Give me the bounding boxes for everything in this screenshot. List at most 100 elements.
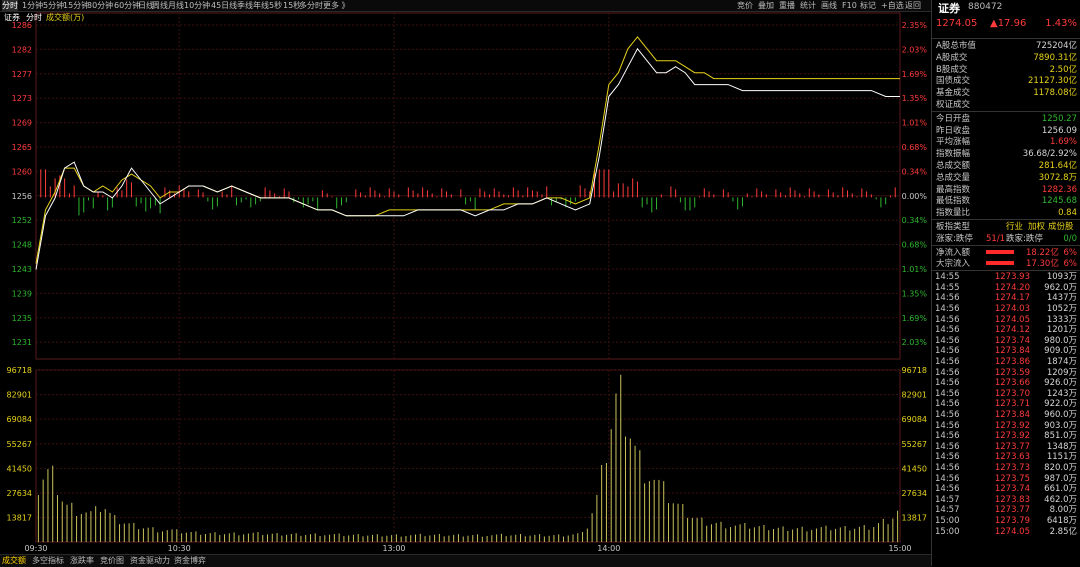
period-tab-9[interactable]: 10分钟 (184, 0, 210, 11)
pct-tick-label: 1.01% (902, 265, 928, 274)
indicator-tab-3[interactable]: 竞价图 (100, 556, 124, 566)
stat-value: 1250.27 (1041, 113, 1077, 124)
stat-value: 21127.30亿 (1027, 76, 1077, 87)
period-tab-8[interactable]: 月线 (168, 0, 184, 11)
indicator-tab-0[interactable]: 成交额 (2, 556, 26, 566)
period-tab-13[interactable]: 5秒 (269, 0, 282, 11)
tick-price: 1273.92 (994, 420, 1030, 431)
indicator-tab-1[interactable]: 多空指标 (32, 556, 64, 566)
volume-tick-label: 13817 (7, 514, 32, 523)
tool-button-7[interactable]: +自选 (881, 0, 904, 11)
period-tab-15[interactable]: 多分时 (299, 0, 323, 11)
tick-volume: 1874万 (1046, 357, 1077, 367)
tool-button-6[interactable]: 标记 (860, 0, 876, 11)
stat-value: 7890.31亿 (1033, 52, 1077, 63)
index-price-line (35, 47, 900, 270)
chart-canvas[interactable]: 1286 2.35% 1282 2.03% 1277 1.69% 1273 1.35% 1269… (0, 11, 931, 554)
sector-industry[interactable]: 行业 (1006, 221, 1023, 233)
panel-separator (932, 219, 1080, 220)
tick-price: 1273.79 (994, 516, 1030, 526)
period-tab-0[interactable]: 分时 (2, 0, 18, 11)
flow-label: 净流入额 (936, 247, 971, 258)
tool-button-3[interactable]: 统计 (800, 0, 816, 11)
tick-price: 1273.66 (994, 378, 1030, 389)
limit-down-value: 0/0 (1063, 233, 1077, 244)
stat-row: 国债成交 21127.30亿 (932, 75, 1080, 87)
pct-tick-label: 1.01% (902, 119, 928, 128)
indicator-tab-2[interactable]: 涨跌率 (70, 556, 94, 566)
price-pane-frame (35, 12, 901, 360)
period-tab-3[interactable]: 15分钟 (63, 0, 89, 11)
tick-volume: 661.0万 (1044, 484, 1077, 495)
price-tick-label: 1286 (12, 21, 32, 30)
stat-label: 总成交额 (936, 161, 971, 171)
tool-button-2[interactable]: 重播 (779, 0, 795, 11)
tool-button-1[interactable]: 叠加 (758, 0, 774, 11)
stat-row: 指数振幅 36.68/2.92% (932, 148, 1080, 160)
tool-button-0[interactable]: 竞价 (737, 0, 753, 11)
price-tick-label: 1252 (12, 216, 32, 225)
chart-header-tab: 分时 (26, 12, 42, 22)
tick-time: 15:00 (935, 516, 960, 526)
tick-time: 14:56 (935, 420, 960, 431)
volume-tick-label-right: 55267 (902, 440, 927, 449)
indicator-tab-5[interactable]: 资金博弈 (174, 556, 206, 566)
sector-weighted[interactable]: 加权 (1028, 221, 1045, 233)
period-tab-12[interactable]: 年线 (253, 0, 269, 11)
period-tab-2[interactable]: 5分钟 (43, 0, 64, 11)
price-tick-label: 1277 (12, 70, 32, 79)
quote-panel: 证券 880472 1274.05 ▲17.96 1.43% A股总市值 7252… (931, 0, 1080, 566)
tool-button-4[interactable]: 画线 (821, 0, 837, 11)
tick-time: 14:55 (935, 272, 960, 283)
tick-volume: 1348万 (1046, 441, 1077, 452)
period-tab-11[interactable]: 季线 (237, 0, 253, 11)
percent-change: 1.43% (1045, 18, 1077, 29)
stat-value: 1178.08亿 (1033, 88, 1077, 99)
stat-label: 指数量比 (936, 208, 971, 219)
tick-price: 1273.77 (994, 441, 1030, 452)
tick-price: 1274.03 (994, 304, 1030, 314)
tick-time: 14:55 (935, 282, 960, 293)
stat-label: 指数振幅 (936, 149, 971, 160)
tool-button-8[interactable]: 返回 (905, 0, 921, 11)
tick-row: 14:56 1273.73 820.0万 (932, 463, 1080, 474)
period-tab-16[interactable]: 更多 》 (323, 0, 350, 11)
pct-tick-label: 2.03% (902, 45, 928, 54)
intraday-chart[interactable]: 1286 2.35% 1282 2.03% 1277 1.69% 1273 1.35% 1269… (0, 11, 931, 554)
stat-label: 平均涨幅 (936, 137, 971, 148)
stat-row: 平均涨幅 1.69% (932, 136, 1080, 148)
period-tab-4[interactable]: 30分钟 (87, 0, 113, 11)
tick-row: 14:56 1273.71 922.0万 (932, 399, 1080, 410)
period-tab-5[interactable]: 60分钟 (114, 0, 140, 11)
time-tick-label: 14:00 (597, 544, 620, 553)
period-tab-10[interactable]: 45日线 (211, 0, 237, 11)
stat-label: 权证成交 (936, 100, 971, 110)
stat-label: 最低指数 (936, 196, 971, 207)
pct-tick-label: 2.35% (902, 21, 928, 30)
index-code: 880472 (968, 2, 1003, 12)
tick-volume: 462.0万 (1044, 494, 1077, 505)
price-tick-label: 1273 (12, 94, 32, 103)
period-tab-1[interactable]: 1分钟 (22, 0, 43, 11)
tick-volume: 903.0万 (1044, 420, 1077, 431)
period-tab-7[interactable]: 周线 (152, 0, 168, 11)
stat-label: A股总市值 (936, 41, 976, 51)
sector-constituents[interactable]: 成份股 (1048, 221, 1074, 233)
tool-button-5[interactable]: F10 (842, 0, 857, 11)
tick-time: 14:56 (935, 357, 960, 367)
tick-row: 14:56 1273.59 1209万 (932, 368, 1080, 379)
tick-time: 14:56 (935, 293, 960, 304)
volume-tick-label-right: 96718 (902, 366, 927, 375)
price-tick-label: 1282 (12, 45, 32, 54)
volume-tick-label: 55267 (7, 440, 32, 449)
tick-row: 14:56 1274.03 1052万 (932, 304, 1080, 315)
tick-volume: 1437万 (1046, 293, 1077, 304)
tick-volume: 1052万 (1046, 304, 1077, 314)
tick-row: 14:56 1273.75 987.0万 (932, 474, 1080, 485)
indicator-tab-4[interactable]: 资金驱动力 (130, 556, 170, 566)
indicator-tabs: 成交额 多空指标 涨跌率 竞价图 资金驱动力 资金博弈 (0, 554, 931, 567)
price-tick-label: 1248 (12, 241, 32, 250)
tick-time: 14:56 (935, 325, 960, 336)
tick-row: 14:56 1273.92 851.0万 (932, 431, 1080, 442)
tick-time: 14:56 (935, 463, 960, 473)
